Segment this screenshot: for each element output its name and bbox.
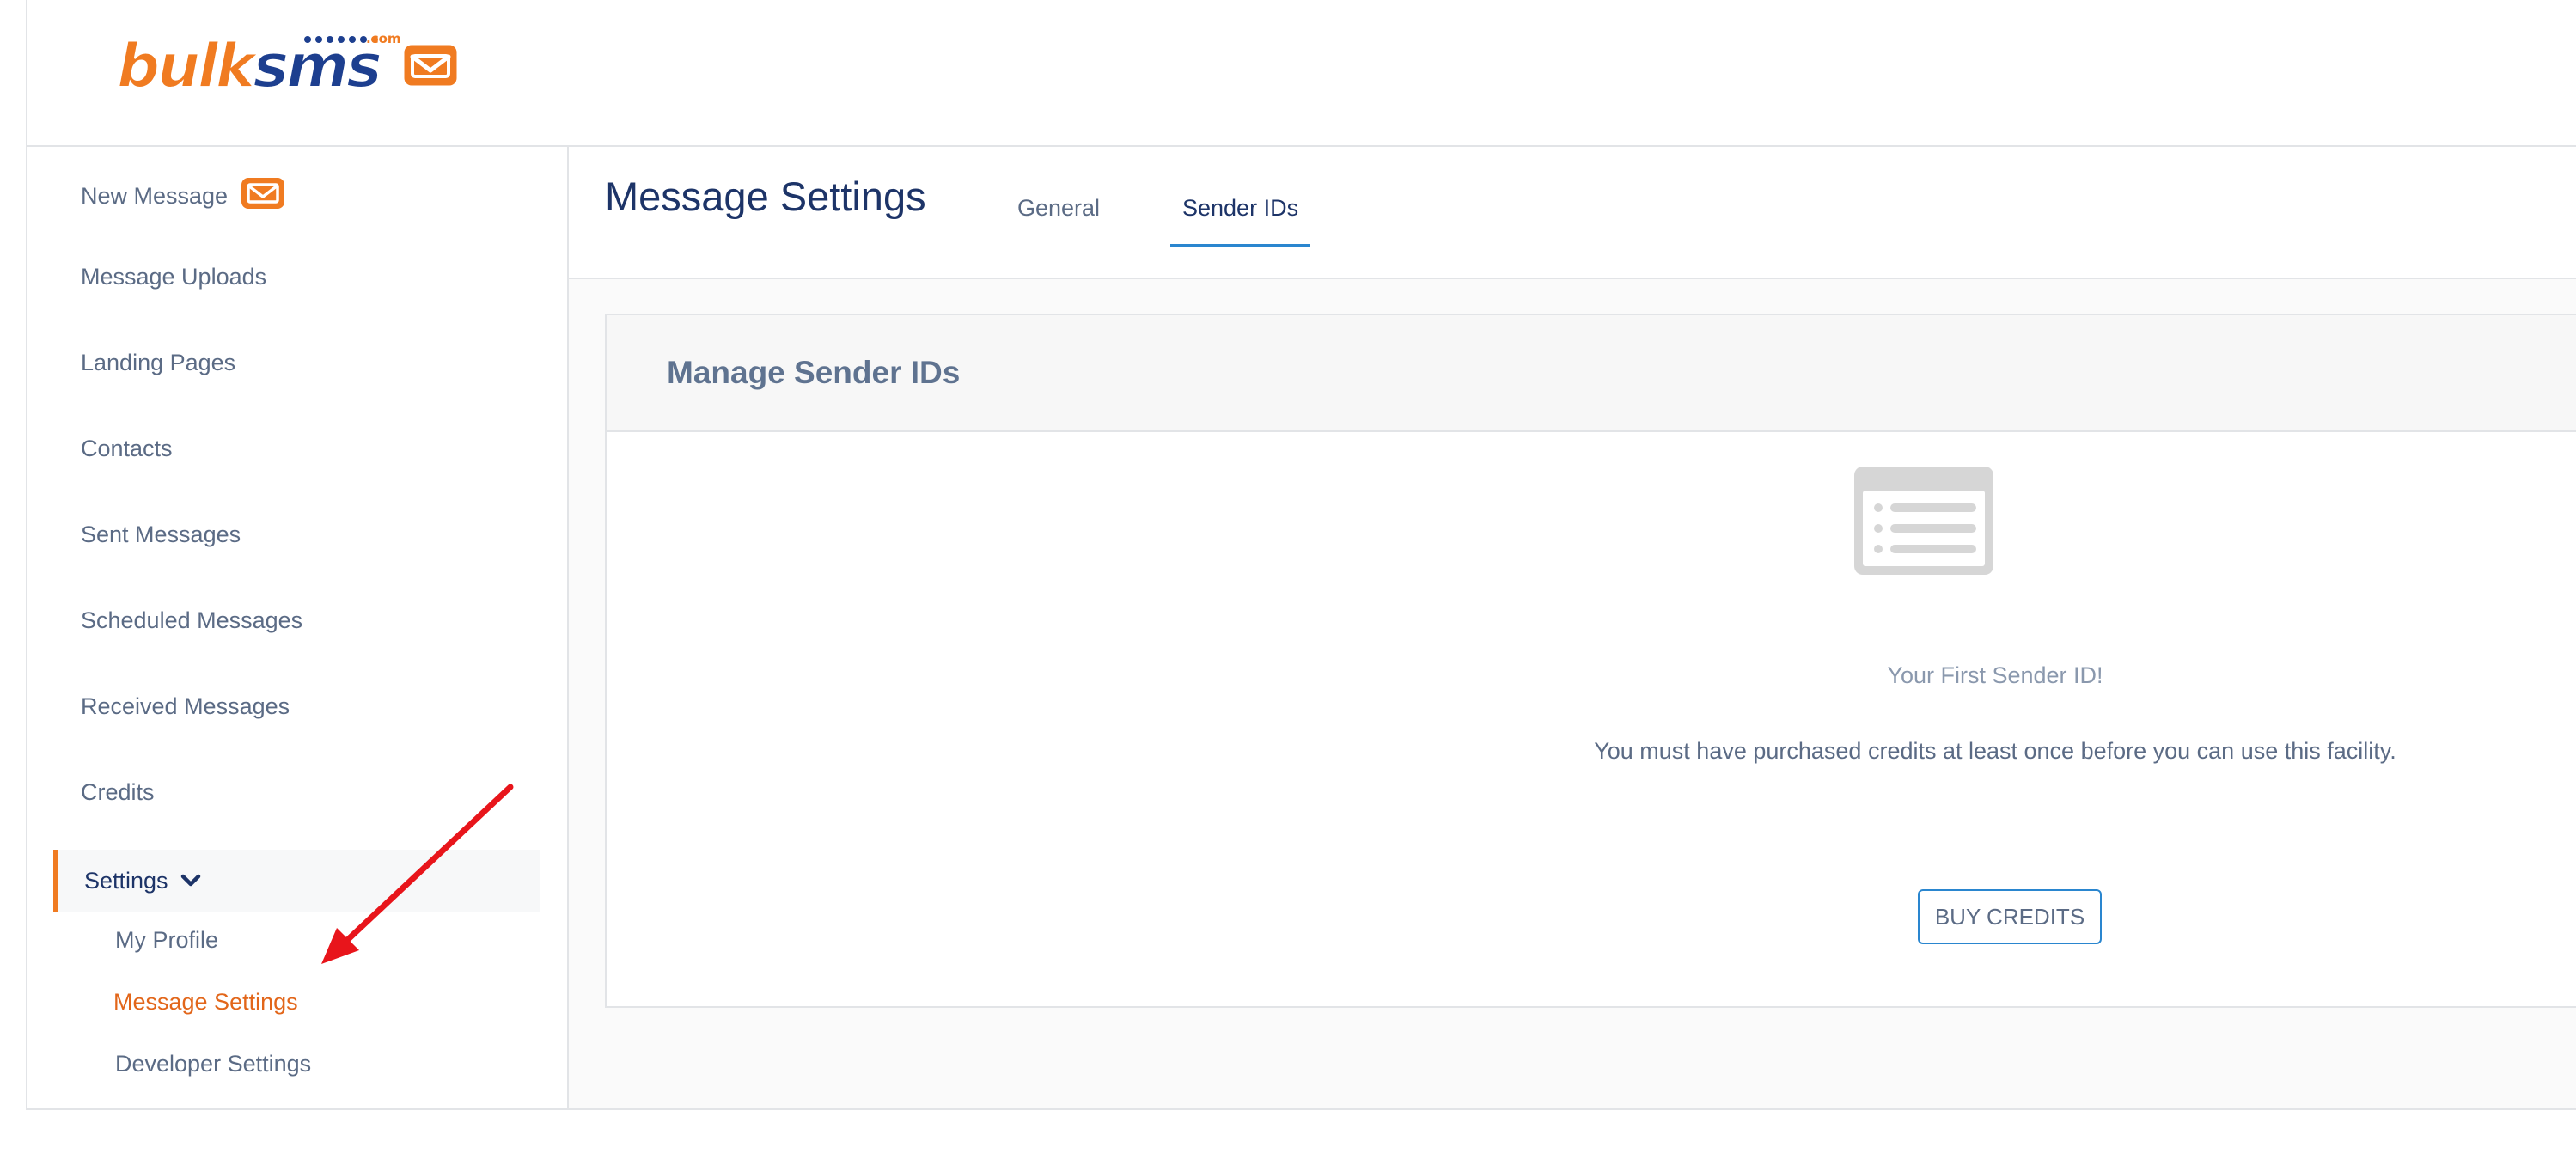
tab-sender-ids[interactable]: Sender IDs [1170,195,1311,247]
sidebar: New Message Message Uploads Landing Page… [27,147,569,1108]
bulksms-logo[interactable]: .com bulk sms [116,31,460,101]
tab-general[interactable]: General [1017,195,1100,244]
sidebar-item-label: Contacts [81,436,173,461]
sidebar-item-label: Landing Pages [81,350,236,375]
sidebar-subitem-developer-settings[interactable]: Developer Settings [115,1051,311,1077]
sidebar-item-scheduled-messages[interactable]: Scheduled Messages [81,607,302,634]
page-header: Message Settings General Sender IDs [569,147,2576,279]
sidebar-item-label: Settings [84,867,168,894]
sidebar-item-settings[interactable]: Settings [53,850,540,912]
logo-domain: .com [366,31,401,46]
sidebar-subitem-my-profile[interactable]: My Profile [115,927,218,954]
card-header: Manage Sender IDs [607,315,2576,432]
logo-text-bulk: bulk [116,31,256,101]
sidebar-item-received-messages[interactable]: Received Messages [81,693,290,720]
sidebar-item-label: Scheduled Messages [81,607,303,633]
logo-envelope-icon [400,41,461,93]
sidebar-item-label: Sent Messages [81,522,241,547]
main-content: Message Settings General Sender IDs Mana… [569,147,2576,1108]
chevron-down-icon [180,868,201,894]
logo-text-sms: sms [252,31,382,101]
page-title: Message Settings [605,174,926,219]
sidebar-item-credits[interactable]: Credits [81,779,155,806]
sidebar-subitem-message-settings[interactable]: Message Settings [113,989,298,1016]
card-title: Manage Sender IDs [667,355,961,390]
sidebar-item-landing-pages[interactable]: Landing Pages [81,350,235,376]
sidebar-item-message-uploads[interactable]: Message Uploads [81,264,266,290]
empty-state-title: Your First Sender ID! [1887,662,2103,688]
app-frame: .com bulk sms New Message Message Upload… [26,0,2576,1110]
envelope-icon [240,176,286,217]
empty-state-description: You must have purchased credits at least… [1594,738,2396,764]
sidebar-item-label: Credits [81,779,155,805]
top-bar: .com bulk sms [27,0,2576,147]
sidebar-item-new-message[interactable]: New Message [81,176,286,217]
sidebar-item-label: Message Uploads [81,264,267,290]
sidebar-item-sent-messages[interactable]: Sent Messages [81,522,241,548]
sidebar-item-label: New Message [81,183,229,209]
sender-ids-card: Manage Sender IDs Your First Sender ID! … [605,314,2576,1008]
list-icon [1853,465,1995,580]
sidebar-item-label: Received Messages [81,693,290,719]
sidebar-item-contacts[interactable]: Contacts [81,436,173,462]
buy-credits-button[interactable]: BUY CREDITS [1918,889,2102,944]
